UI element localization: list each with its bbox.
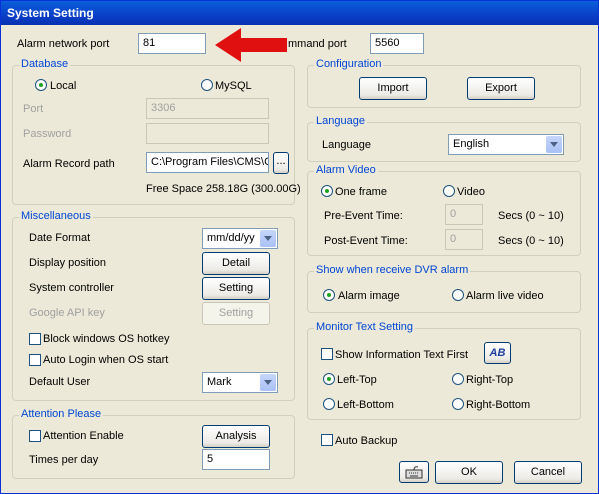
alarm-live-label: Alarm live video	[466, 290, 544, 302]
block-hotkey-checkbox[interactable]	[29, 333, 41, 345]
auto-backup-checkbox[interactable]	[321, 434, 333, 446]
alarm-image-radio[interactable]	[323, 289, 335, 301]
pre-event-input[interactable]: 0	[445, 204, 483, 225]
detail-button[interactable]: Detail	[202, 252, 270, 275]
date-format-label: Date Format	[29, 232, 91, 244]
analysis-button[interactable]: Analysis	[202, 425, 270, 448]
record-path-label: Alarm Record path	[23, 158, 115, 170]
auto-backup-label: Auto Backup	[335, 435, 398, 447]
auto-login-checkbox[interactable]	[29, 354, 41, 366]
date-format-select[interactable]: mm/dd/yy	[202, 228, 278, 249]
show-info-label: Show Information Text First	[335, 349, 469, 361]
pre-event-unit: Secs (0 ~ 10)	[498, 210, 564, 222]
language-select[interactable]: English	[448, 134, 564, 155]
port-label: Port	[23, 103, 44, 115]
video-radio[interactable]	[443, 185, 455, 197]
configuration-group-title: Configuration	[314, 58, 384, 70]
keyboard-button[interactable]	[399, 461, 429, 483]
local-radio[interactable]	[35, 79, 47, 91]
default-user-select[interactable]: Mark	[202, 372, 278, 393]
red-arrow-annotation	[215, 28, 287, 62]
left-top-label: Left-Top	[337, 374, 377, 386]
record-path-input[interactable]: C:\Program Files\CMS\CM	[146, 152, 269, 173]
post-event-unit: Secs (0 ~ 10)	[498, 235, 564, 247]
mysql-radio-label: MySQL	[215, 80, 252, 92]
block-hotkey-label: Block windows OS hotkey	[43, 333, 170, 345]
window-title: System Setting	[1, 1, 598, 25]
right-bottom-label: Right-Bottom	[466, 399, 531, 411]
configuration-group: Configuration	[307, 58, 581, 108]
default-user-label: Default User	[29, 376, 91, 388]
right-top-radio[interactable]	[452, 373, 464, 385]
post-event-label: Post-Event Time:	[324, 235, 408, 247]
right-bottom-radio[interactable]	[452, 398, 464, 410]
dvr-alarm-group-title: Show when receive DVR alarm	[314, 264, 471, 276]
video-label: Video	[457, 186, 485, 198]
alarm-port-label: Alarm network port	[17, 38, 110, 50]
language-label: Language	[322, 139, 371, 151]
local-radio-label: Local	[50, 80, 77, 92]
cancel-button[interactable]: Cancel	[514, 461, 582, 484]
font-select-button[interactable]: AB	[484, 342, 511, 364]
db-password-input[interactable]	[146, 123, 269, 144]
pre-event-label: Pre-Event Time:	[324, 210, 403, 222]
attention-group-title: Attention Please	[19, 408, 104, 420]
setting-button[interactable]: Setting	[202, 277, 270, 300]
monitor-text-group-title: Monitor Text Setting	[314, 321, 416, 333]
command-port-label: mmand port	[288, 38, 347, 50]
command-port-input[interactable]: 5560	[370, 33, 424, 54]
attention-enable-label: Attention Enable	[43, 430, 124, 442]
mysql-radio[interactable]	[201, 79, 213, 91]
system-setting-window: System Setting Alarm network port 81 mma…	[0, 0, 599, 494]
post-event-input[interactable]: 0	[445, 229, 483, 250]
export-button[interactable]: Export	[467, 77, 535, 100]
alarm-image-label: Alarm image	[338, 290, 400, 302]
chevron-down-icon	[260, 230, 276, 247]
import-button[interactable]: Import	[359, 77, 427, 100]
auto-login-label: Auto Login when OS start	[43, 354, 169, 366]
alarm-video-group-title: Alarm Video	[314, 164, 378, 176]
google-setting-button[interactable]: Setting	[202, 302, 270, 325]
system-controller-label: System controller	[29, 282, 114, 294]
misc-group-title: Miscellaneous	[19, 210, 93, 222]
ok-button[interactable]: OK	[435, 461, 503, 484]
password-label: Password	[23, 128, 72, 140]
database-group-title: Database	[19, 58, 71, 70]
db-port-input[interactable]: 3306	[146, 98, 269, 119]
one-frame-label: One frame	[335, 186, 387, 198]
browse-button[interactable]: ...	[273, 152, 289, 174]
times-per-day-input[interactable]: 5	[202, 449, 270, 470]
display-position-label: Display position	[29, 257, 107, 269]
alarm-live-radio[interactable]	[452, 289, 464, 301]
left-top-radio[interactable]	[323, 373, 335, 385]
google-api-label: Google API key	[29, 307, 105, 319]
alarm-port-input[interactable]: 81	[138, 33, 206, 54]
right-top-label: Right-Top	[466, 374, 514, 386]
free-space-text: Free Space 258.18G (300.00G)	[146, 183, 301, 195]
show-info-checkbox[interactable]	[321, 348, 333, 360]
chevron-down-icon	[260, 374, 276, 391]
language-group-title: Language	[314, 115, 367, 127]
times-per-day-label: Times per day	[29, 454, 99, 466]
attention-enable-checkbox[interactable]	[29, 430, 41, 442]
chevron-down-icon	[546, 136, 562, 153]
language-value: English	[453, 138, 490, 150]
date-format-value: mm/dd/yy	[207, 232, 255, 244]
left-bottom-label: Left-Bottom	[337, 399, 394, 411]
font-icon: AB	[489, 347, 506, 359]
default-user-value: Mark	[207, 376, 232, 388]
left-bottom-radio[interactable]	[323, 398, 335, 410]
one-frame-radio[interactable]	[321, 185, 333, 197]
keyboard-icon	[405, 466, 423, 479]
